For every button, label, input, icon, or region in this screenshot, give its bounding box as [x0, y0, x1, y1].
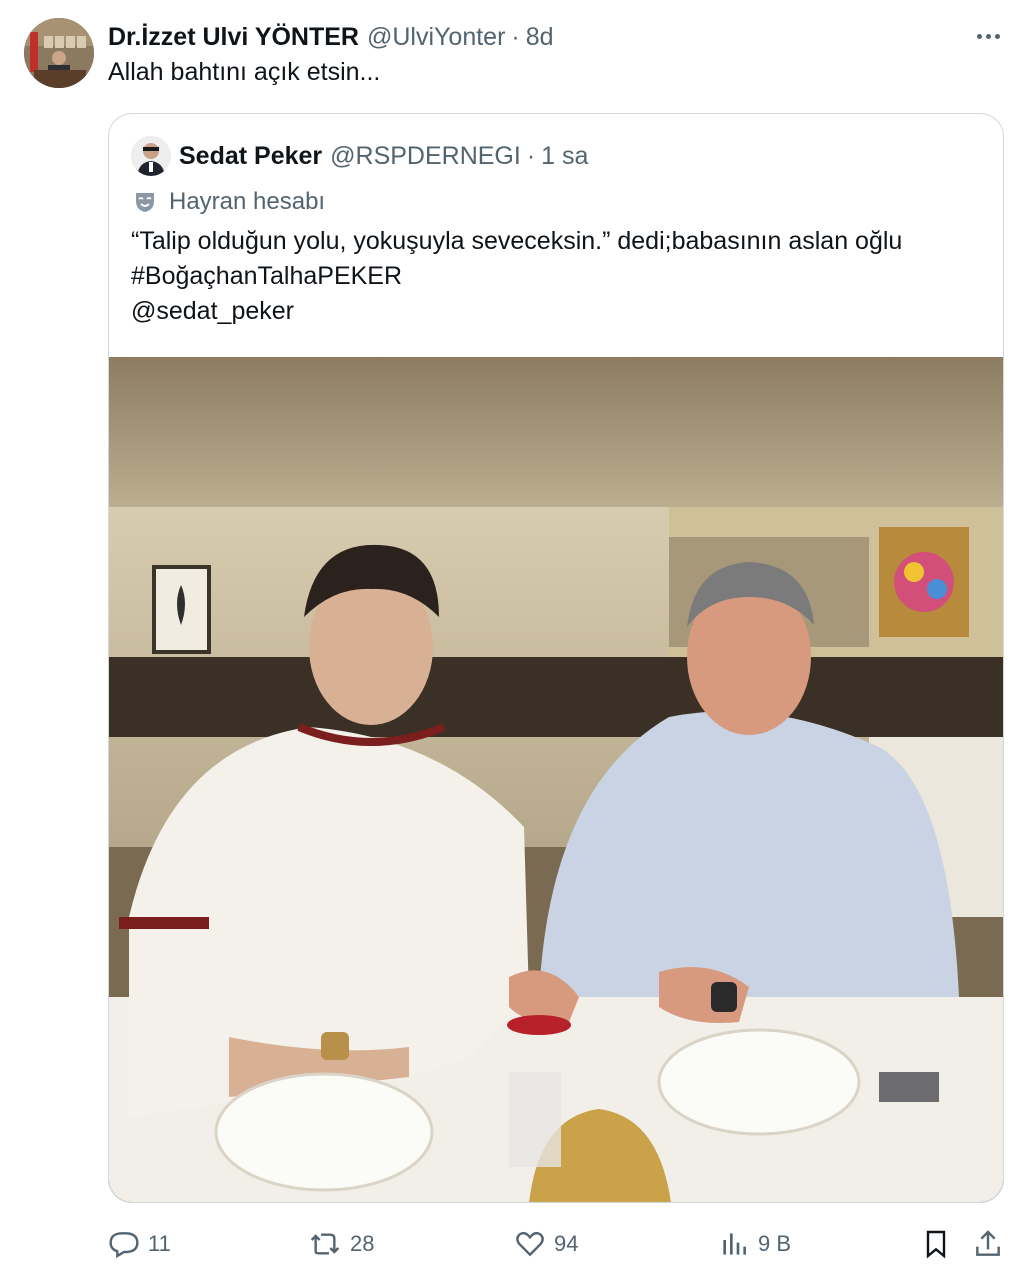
share-icon: [976, 1230, 1000, 1256]
tweet-header: Dr.İzzet Ulvi YÖNTER @UlviYonter · 8d: [108, 20, 554, 54]
views-count: 9 B: [758, 1231, 792, 1256]
quoted-tweet[interactable]: Sedat Peker @RSPDERNEGI · 1 sa Hayran he…: [108, 113, 1004, 1203]
tweet-time[interactable]: 8d: [526, 23, 554, 52]
restaurant-photo: [109, 357, 1003, 1202]
quoted-time[interactable]: 1 sa: [541, 142, 588, 171]
reply-count: 11: [148, 1231, 171, 1256]
views-button[interactable]: 9 B: [718, 1222, 791, 1266]
repost-icon: [310, 1233, 340, 1255]
tweet-photo[interactable]: [109, 357, 1003, 1202]
more-icon[interactable]: [973, 22, 1003, 50]
quoted-author-name[interactable]: Sedat Peker: [179, 142, 322, 171]
views-icon: [723, 1233, 746, 1255]
mask-icon: [136, 193, 154, 212]
heart-icon: [516, 1231, 544, 1257]
like-button[interactable]: 94: [514, 1222, 578, 1266]
repost-count: 28: [350, 1231, 375, 1256]
fan-account-label: Hayran hesabı: [133, 184, 325, 220]
reply-button[interactable]: 11: [108, 1222, 171, 1266]
reply-icon: [109, 1232, 139, 1259]
avatar-image: [24, 18, 94, 88]
author-name[interactable]: Dr.İzzet Ulvi YÖNTER: [108, 23, 359, 52]
separator-dot: ·: [526, 141, 536, 170]
quoted-text-line: “Talip olduğun yolu, yokuşuyla seveceksi…: [131, 227, 903, 255]
separator-dot: ·: [511, 22, 520, 51]
bookmark-icon: [926, 1230, 946, 1259]
author-avatar[interactable]: [24, 18, 94, 88]
tweet-text: Allah bahtını açık etsin...: [108, 58, 381, 86]
like-count: 94: [554, 1231, 579, 1256]
quoted-header: Sedat Peker @RSPDERNEGI · 1 sa: [179, 138, 588, 174]
quoted-text: “Talip olduğun yolu, yokuşuyla seveceksi…: [131, 224, 902, 329]
fan-label-text: Hayran hesabı: [169, 188, 326, 215]
quoted-author-avatar[interactable]: [131, 136, 171, 176]
author-handle[interactable]: @UlviYonter: [367, 23, 505, 52]
mention-link[interactable]: @sedat_peker: [131, 294, 902, 329]
repost-button[interactable]: 28: [308, 1222, 374, 1266]
bookmark-button[interactable]: [920, 1222, 960, 1266]
quoted-author-handle[interactable]: @RSPDERNEGI: [330, 142, 521, 171]
share-button[interactable]: [972, 1222, 1012, 1266]
quoted-avatar-image: [131, 136, 171, 176]
hashtag-link[interactable]: #BoğaçhanTalhaPEKER: [131, 259, 902, 294]
action-bar: 11 28 94 9 B: [108, 1222, 1008, 1266]
